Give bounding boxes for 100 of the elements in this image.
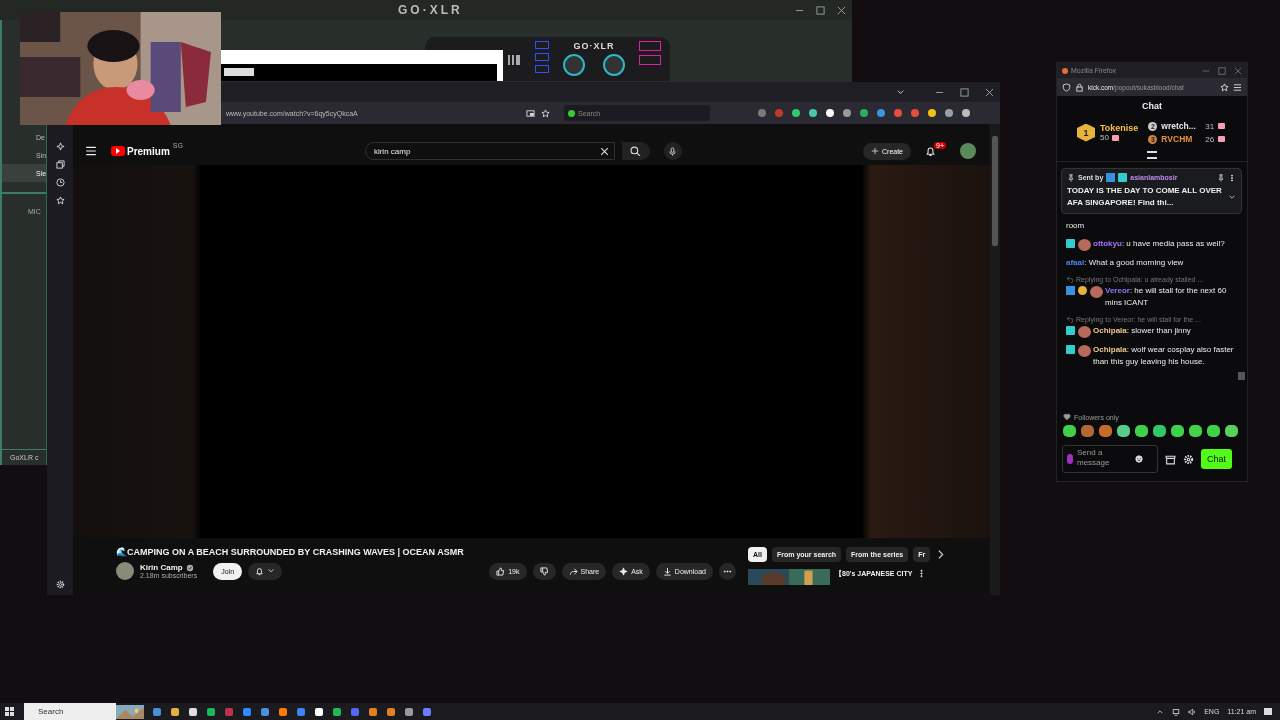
knob-icon[interactable] [603,54,625,76]
dislike-button[interactable] [532,562,556,580]
tabs-icon[interactable] [55,160,65,169]
microphone-icon[interactable] [1067,454,1073,464]
sparkle-icon[interactable] [55,142,65,151]
extension-icon[interactable] [809,109,817,117]
picture-in-picture-icon[interactable] [526,108,535,118]
app-icon[interactable] [405,707,413,716]
notification-bell-button[interactable] [248,562,283,580]
app-icon[interactable] [315,707,323,716]
levels-icon[interactable] [508,55,520,65]
star-icon[interactable] [1220,82,1229,92]
emoji-icon[interactable] [1135,455,1143,463]
close-icon[interactable] [985,87,994,97]
reply-icon [1066,315,1074,323]
emote-icon[interactable] [1153,425,1166,437]
emote-icon[interactable] [1189,425,1202,437]
chevron-icon[interactable] [1228,193,1236,201]
emote-icon[interactable] [1225,425,1238,437]
og-badge-icon [1118,173,1128,182]
app-icon[interactable] [189,707,197,716]
emote-icon[interactable] [1099,425,1112,437]
settings-icon[interactable] [1183,453,1194,465]
extension-icon[interactable] [792,109,800,117]
more-button[interactable] [719,562,736,580]
bell-icon[interactable] [925,145,936,157]
avatar-icon[interactable] [116,562,134,580]
emote-icon[interactable] [1117,425,1130,437]
menu-icon[interactable] [85,145,97,157]
device-button[interactable] [535,53,549,61]
youtube-logo-icon[interactable] [111,146,125,156]
send-button[interactable]: Chat [1201,449,1232,469]
store-icon[interactable] [1165,453,1176,465]
shield-icon[interactable] [1062,82,1071,92]
search-icon[interactable] [630,145,642,157]
device-pad[interactable] [639,55,661,65]
settings-icon[interactable] [55,580,65,589]
windows-icon[interactable] [5,707,14,716]
reply-icon [1066,275,1074,283]
close-icon[interactable] [837,5,846,15]
lock-icon [1075,82,1084,92]
plus-icon[interactable] [871,147,879,155]
pinned-message: TODAY IS THE DAY TO COME ALL OVER AFA SINGAPORE! Find thi... [1067,185,1223,209]
app-icon[interactable] [207,707,215,716]
sparkle-icon[interactable] [619,566,629,576]
thumbs-up-icon[interactable] [496,566,506,576]
share-icon[interactable] [568,566,578,576]
heart-icon [1063,413,1071,421]
search-button[interactable] [621,142,650,160]
maximize-icon[interactable] [816,5,825,15]
rank-badge: 1 [1077,123,1095,142]
microphone-icon[interactable] [668,146,678,156]
app-icon[interactable] [279,707,287,716]
handle-icon[interactable] [1147,151,1157,159]
star-icon[interactable] [55,196,65,205]
extension-icon[interactable] [962,109,970,117]
caret-icon[interactable] [267,567,276,575]
app-icon[interactable] [171,707,179,716]
star-icon[interactable] [541,108,550,118]
message-box[interactable]: Send a message [1062,445,1158,473]
emote-icon[interactable] [1171,425,1184,437]
username[interactable]: RVCHM [1161,134,1202,144]
pin-icon [1067,173,1075,182]
maximize-icon[interactable] [960,87,969,97]
scrollbar-thumb[interactable] [1238,372,1245,380]
app-icon[interactable] [387,707,395,716]
extension-icon[interactable] [928,109,936,117]
device-button[interactable] [535,41,549,49]
pin-icon[interactable] [1217,173,1225,182]
clock-icon[interactable] [55,178,65,187]
emote-icon[interactable] [1135,425,1148,437]
search-field[interactable]: Search [24,703,116,720]
channel-name[interactable]: Kirin Camp [140,563,183,572]
avatar-icon[interactable] [960,143,976,159]
username[interactable]: Tokenise [1100,123,1139,133]
message-field[interactable]: Send a message [1077,447,1131,471]
close-icon[interactable] [598,145,610,157]
device-button[interactable] [535,65,549,73]
emote-icon[interactable] [1081,425,1094,437]
window-title: GO·XLR [398,3,463,17]
extension-icon[interactable] [826,109,834,117]
menu-icon[interactable] [1233,82,1242,92]
knob-icon[interactable] [563,54,585,76]
thumbs-down-icon[interactable] [539,566,549,576]
emote-icon[interactable] [1063,425,1076,437]
username[interactable]: wretch... [1161,121,1202,131]
emote-icon[interactable] [1207,425,1220,437]
download-icon[interactable] [662,566,672,576]
speaker-icon[interactable] [1188,707,1197,716]
chevron-icon[interactable] [1156,707,1165,716]
more-icon[interactable] [1228,173,1236,182]
app-icon[interactable] [369,707,377,716]
scrollbar-thumb[interactable] [992,136,998,246]
caret-icon[interactable] [896,87,905,97]
chat-message: ottokyu: u have media pass as well? [1093,238,1225,250]
network-icon[interactable] [1172,707,1181,716]
microphone-button[interactable] [663,142,682,160]
bell-icon[interactable] [255,566,265,576]
device-pad[interactable] [639,41,661,51]
app-icon[interactable] [333,707,341,716]
